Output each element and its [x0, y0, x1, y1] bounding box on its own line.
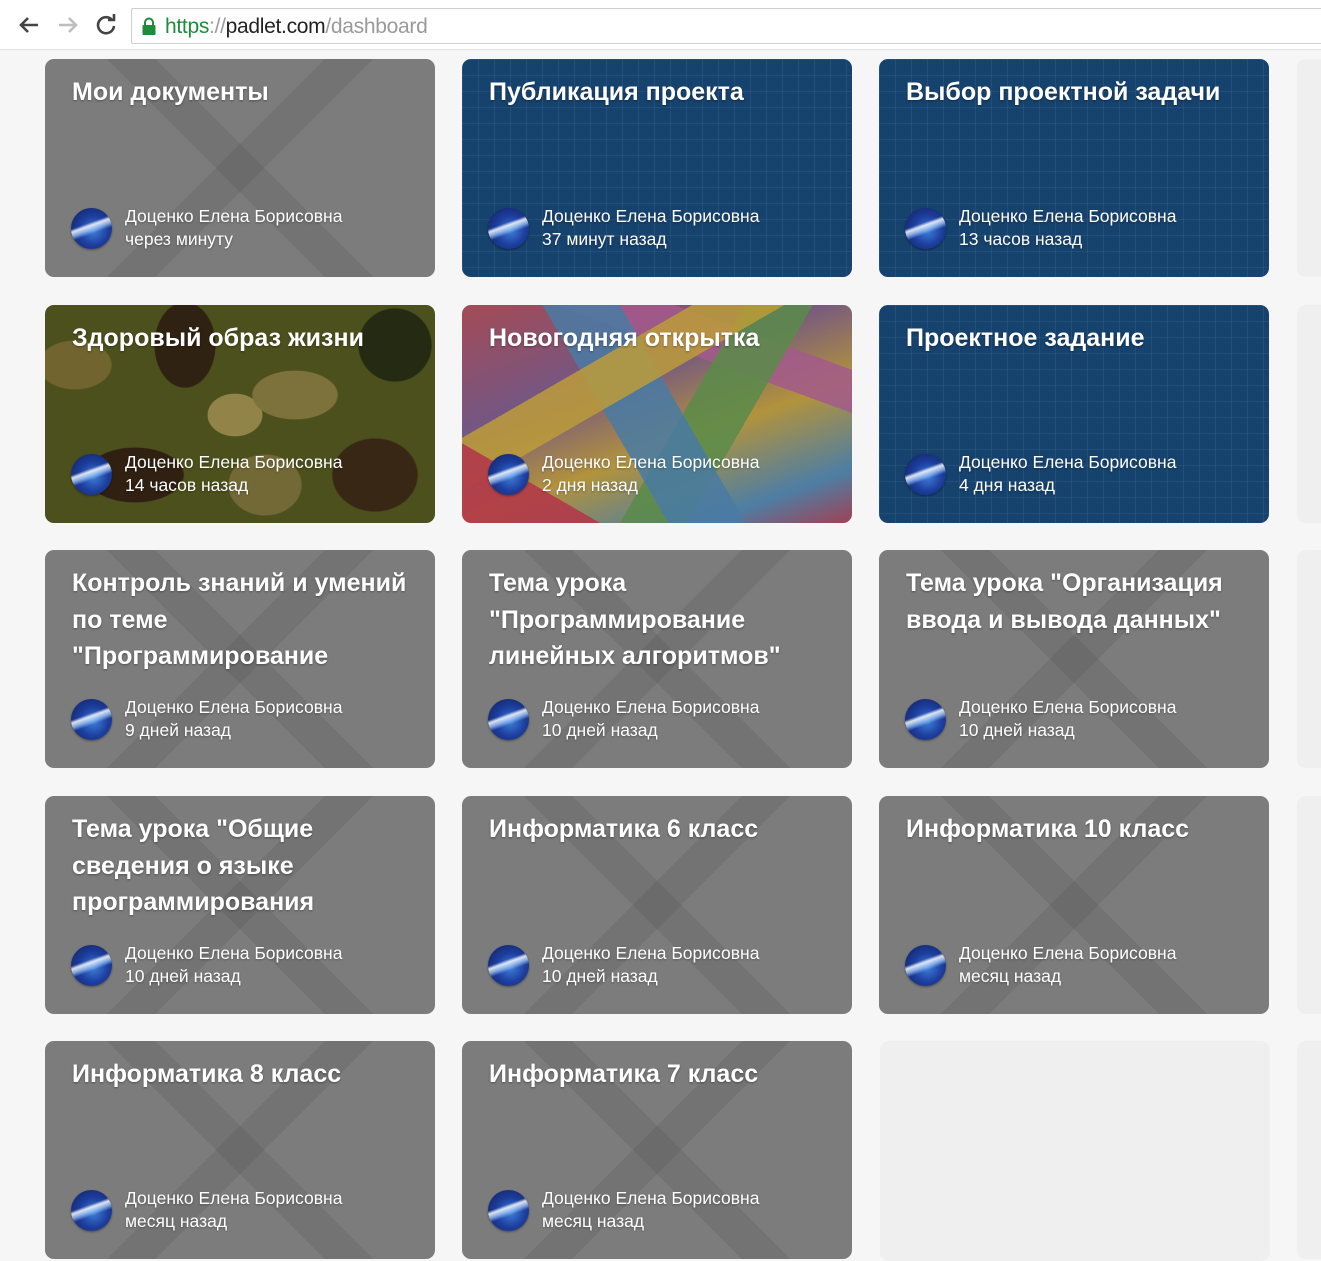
padlet-title: Тема урока "Организация ввода и вывода д… — [906, 569, 1223, 634]
author-name: Доценко Елена Борисовна — [125, 452, 343, 472]
partial-card-edge — [1297, 796, 1321, 1014]
updated-time: 9 дней назад — [125, 720, 232, 740]
author-avatar — [71, 945, 112, 986]
updated-time: месяц назад — [542, 1211, 645, 1231]
padlet-card[interactable]: Здоровый образ жизни Доценко Елена Борисо… — [45, 305, 435, 523]
partial-card-edge — [1297, 550, 1321, 768]
padlet-card[interactable]: Информатика 10 класс Доценко Елена Борисо… — [879, 796, 1269, 1014]
author-name: Доценко Елена Борисовна — [959, 697, 1177, 717]
padlet-card[interactable]: Информатика 7 класс Доценко Елена Борисов… — [462, 1041, 852, 1259]
updated-time: месяц назад — [959, 966, 1062, 986]
updated-time: 10 дней назад — [959, 720, 1075, 740]
arrow-left-icon — [19, 17, 38, 33]
lock-icon — [142, 17, 156, 35]
author-name: Доценко Елена Борисовна — [959, 452, 1177, 472]
padlet-title: Тема урока "Программирование линейных ал… — [489, 569, 781, 670]
padlet-title: Информатика 8 класс — [72, 1060, 342, 1088]
author-avatar — [488, 1190, 529, 1231]
author-name: Доценко Елена Борисовна — [125, 697, 343, 717]
padlet-title: Выбор проектной задачи — [906, 78, 1221, 106]
author-avatar — [905, 454, 946, 495]
padlet-card[interactable]: Проектное задание Доценко Елена Борисовна… — [879, 305, 1269, 523]
padlet-card[interactable]: Тема урока "Программирование линейных ал… — [462, 550, 852, 768]
updated-time: 13 часов назад — [959, 229, 1083, 249]
author-avatar — [71, 1190, 112, 1231]
author-name: Доценко Елена Борисовна — [542, 943, 760, 963]
reload-icon — [96, 14, 116, 35]
author-name: Доценко Елена Борисовна — [125, 943, 343, 963]
author-name: Доценко Елена Борисовна — [959, 943, 1177, 963]
padlet-title: Информатика 6 класс — [489, 815, 759, 843]
author-avatar — [71, 699, 112, 740]
padlet-title: Мои документы — [72, 78, 269, 106]
author-name: Доценко Елена Борисовна — [542, 452, 760, 472]
author-avatar — [488, 454, 529, 495]
padlet-title: Новогодняя открытка — [489, 324, 760, 352]
padlet-title: Контроль знаний и умений по теме "Програ… — [72, 569, 407, 670]
updated-time: 10 дней назад — [542, 966, 658, 986]
updated-time: месяц назад — [125, 1211, 228, 1231]
updated-time: 37 минут назад — [542, 229, 667, 249]
updated-time: 14 часов назад — [125, 475, 249, 495]
padlet-title: Информатика 10 класс — [906, 815, 1190, 843]
author-avatar — [488, 699, 529, 740]
padlet-title: Публикация проекта — [489, 78, 744, 106]
url-separator: :// — [209, 15, 226, 38]
author-avatar — [71, 454, 112, 495]
author-name: Доценко Елена Борисовна — [542, 206, 760, 226]
updated-time: через минуту — [125, 229, 233, 249]
author-avatar — [71, 208, 112, 249]
author-avatar — [488, 208, 529, 249]
partial-card-edge — [1297, 305, 1321, 523]
url-host: padlet.com — [225, 15, 326, 38]
updated-time: 10 дней назад — [125, 966, 241, 986]
back-button[interactable] — [16, 12, 42, 38]
padlet-title: Здоровый образ жизни — [72, 324, 364, 352]
author-name: Доценко Елена Борисовна — [125, 1188, 343, 1208]
address-bar[interactable]: https://padlet.com/dashboard — [131, 8, 1321, 44]
padlet-card[interactable]: Публикация проекта Доценко Елена Борисовн… — [462, 59, 852, 277]
padlet-title: Проектное задание — [906, 324, 1145, 352]
author-name: Доценко Елена Борисовна — [125, 206, 343, 226]
partial-card-edge — [1297, 59, 1321, 277]
padlet-card[interactable]: Мои документы Доценко Елена Борисовна чере… — [45, 59, 435, 277]
author-name: Доценко Елена Борисовна — [959, 206, 1177, 226]
padlet-card[interactable]: Тема урока "Общие сведения о языке прогр… — [45, 796, 435, 1014]
updated-time: 10 дней назад — [542, 720, 658, 740]
author-avatar — [905, 699, 946, 740]
padlet-card[interactable]: Выбор проектной задачи Доценко Елена Бори… — [879, 59, 1269, 277]
author-avatar — [488, 945, 529, 986]
partial-card-edge — [1297, 1041, 1321, 1259]
padlet-card[interactable]: Информатика 6 класс Доценко Елена Борисов… — [462, 796, 852, 1014]
padlet-title: Тема урока "Общие сведения о языке прогр… — [72, 815, 315, 916]
padlet-title: Информатика 7 класс — [489, 1060, 759, 1088]
author-name: Доценко Елена Борисовна — [542, 1188, 760, 1208]
padlet-card[interactable]: Новогодняя открытка Доценко Елена Борисов… — [462, 305, 852, 523]
url-text: https://padlet.com/dashboard — [165, 15, 428, 38]
padlet-card[interactable]: Информатика 8 класс Доценко Елена Борисов… — [45, 1041, 435, 1259]
empty-card-placeholder — [880, 1041, 1270, 1261]
reload-button[interactable] — [93, 12, 119, 38]
arrow-right-icon — [59, 17, 78, 33]
updated-time: 2 дня назад — [542, 475, 638, 495]
author-avatar — [905, 945, 946, 986]
forward-button[interactable] — [55, 12, 81, 38]
author-avatar — [905, 208, 946, 249]
author-name: Доценко Елена Борисовна — [542, 697, 760, 717]
padlet-card[interactable]: Тема урока "Организация ввода и вывода д… — [879, 550, 1269, 768]
browser-toolbar: https://padlet.com/dashboard — [0, 0, 1321, 50]
url-scheme: https — [165, 15, 210, 38]
url-path: /dashboard — [325, 15, 428, 38]
padlet-card[interactable]: Контроль знаний и умений по теме "Програ… — [45, 550, 435, 768]
updated-time: 4 дня назад — [959, 475, 1055, 495]
